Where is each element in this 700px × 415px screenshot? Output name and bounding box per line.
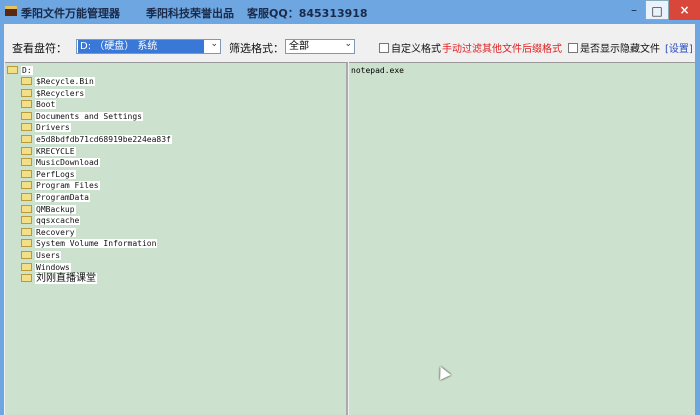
folder-icon <box>21 111 32 120</box>
settings-link[interactable]: [设置] <box>665 40 693 55</box>
custom-format-label: 自定义格式 <box>391 44 441 55</box>
folder-icon <box>21 262 32 271</box>
folder-label: Recovery <box>35 227 76 237</box>
folder-tree[interactable]: D: $Recycle.Bin $Recyclers Boot Documents a… <box>5 62 348 415</box>
custom-format-checkbox[interactable]: 自定义格式 <box>379 40 441 55</box>
support-qq: 客服QQ：845313918 <box>247 7 368 20</box>
folder-label: PerfLogs <box>35 169 76 179</box>
folder-label: Program Files <box>35 181 100 191</box>
tree-folder[interactable]: KRECYCLE <box>21 146 76 157</box>
app-icon <box>5 6 17 16</box>
tree-folder[interactable]: Program Files <box>21 180 100 191</box>
show-hidden-label: 是否显示隐藏文件 <box>580 44 660 55</box>
tree-folder[interactable]: Documents and Settings <box>21 111 143 122</box>
folder-label: Boot <box>35 100 57 110</box>
app-title: 季阳文件万能管理器 <box>21 7 120 20</box>
tree-folder[interactable]: e5d8bdfdb71cd68919be224ea83f <box>21 134 172 145</box>
file-item[interactable]: notepad.exe <box>351 66 404 75</box>
tree-folder[interactable]: MusicDownload <box>21 157 100 168</box>
folder-label: MusicDownload <box>35 158 100 168</box>
tree-folder[interactable]: $Recycle.Bin <box>21 76 95 87</box>
filter-select[interactable]: 全部 ⌄ <box>285 39 355 54</box>
folder-icon <box>21 100 32 109</box>
tree-root[interactable]: D: <box>7 65 33 76</box>
tree-folder[interactable]: qqsxcache <box>21 215 81 226</box>
tree-folder[interactable]: ProgramData <box>21 192 90 203</box>
tree-folder[interactable]: Users <box>21 250 62 261</box>
folder-label: Windows <box>35 262 71 272</box>
tree-folder[interactable]: PerfLogs <box>21 169 76 180</box>
tree-folder[interactable]: Recovery <box>21 227 76 238</box>
folder-label: 刘刚直播课堂 <box>35 273 97 285</box>
folder-icon <box>21 227 32 236</box>
folder-label: Users <box>35 251 62 260</box>
file-list[interactable]: notepad.exe <box>349 62 695 415</box>
folder-icon <box>21 181 32 190</box>
folder-icon <box>21 123 32 132</box>
folder-label: KRECYCLE <box>35 146 76 156</box>
folder-icon <box>21 204 32 213</box>
drive-value: D: （硬盘） 系统 <box>78 40 204 53</box>
folder-label: Drivers <box>35 123 71 133</box>
folder-label: Documents and Settings <box>35 111 143 121</box>
close-button[interactable]: × <box>669 0 700 20</box>
folder-icon <box>21 274 32 283</box>
folder-icon <box>21 135 32 143</box>
tree-folder[interactable]: Drivers <box>21 122 71 133</box>
tree-folder[interactable]: Windows <box>21 262 71 273</box>
folder-label: System Volume Information <box>35 239 158 249</box>
tree-root-label: D: <box>21 66 33 75</box>
tree-folder[interactable]: System Volume Information <box>21 238 158 249</box>
checkbox-box[interactable] <box>568 43 578 53</box>
checkbox-box[interactable] <box>379 43 389 53</box>
filter-value: 全部 <box>289 41 309 52</box>
folder-label: ProgramData <box>35 193 90 202</box>
tree-folder[interactable]: Boot <box>21 99 57 110</box>
folder-label: $Recyclers <box>35 88 86 98</box>
folder-label: QMBackup <box>35 204 76 214</box>
folder-icon <box>21 193 32 201</box>
folder-icon <box>21 169 32 178</box>
folder-icon <box>21 216 32 225</box>
filter-label: 筛选格式： <box>229 42 284 55</box>
open-folder-icon <box>7 66 18 74</box>
folder-label: e5d8bdfdb71cd68919be224ea83f <box>35 135 172 144</box>
chevron-down-icon: ⌄ <box>344 39 352 49</box>
manual-filter-link[interactable]: 手动过滤其他文件后缀格式 <box>442 40 562 55</box>
chevron-down-icon: ⌄ <box>210 39 218 49</box>
maximize-button[interactable]: □ <box>645 0 669 20</box>
folder-icon <box>21 77 32 85</box>
folder-icon <box>21 146 32 155</box>
tree-folder[interactable]: $Recyclers <box>21 88 86 99</box>
title-bar: 季阳文件万能管理器 季阳科技荣誉出品 客服QQ：845313918 – □ × <box>0 0 700 24</box>
folder-icon <box>21 158 32 167</box>
folder-icon <box>21 251 32 259</box>
main-window: 查看盘符： D: （硬盘） 系统 ⌄ 筛选格式： 全部 ⌄ 自定义格式 手动过滤… <box>4 24 695 415</box>
folder-label: $Recycle.Bin <box>35 77 95 86</box>
show-hidden-checkbox[interactable]: 是否显示隐藏文件 <box>568 40 660 55</box>
vendor-text: 季阳科技荣誉出品 <box>146 7 234 20</box>
folder-label: qqsxcache <box>35 216 81 226</box>
drive-label: 查看盘符： <box>12 42 67 55</box>
tree-folder[interactable]: 刘刚直播课堂 <box>21 273 97 285</box>
minimize-button[interactable]: – <box>622 0 646 20</box>
drive-select[interactable]: D: （硬盘） 系统 ⌄ <box>76 39 221 54</box>
folder-icon <box>21 239 32 248</box>
tree-folder[interactable]: QMBackup <box>21 204 76 215</box>
folder-icon <box>21 88 32 97</box>
